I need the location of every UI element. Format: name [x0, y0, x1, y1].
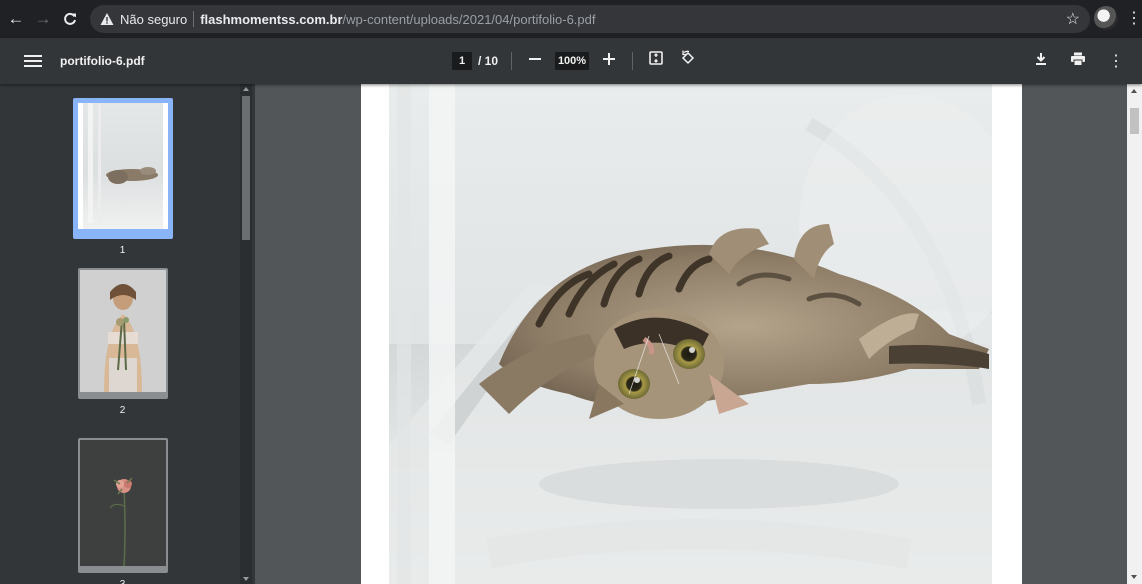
- reload-icon[interactable]: [59, 8, 81, 30]
- scroll-down-arrow-icon[interactable]: [1131, 575, 1137, 579]
- page-number-input[interactable]: 1: [452, 51, 472, 70]
- scroll-up-arrow-icon[interactable]: [243, 87, 249, 91]
- omnibox-separator: [193, 11, 195, 27]
- back-arrow-icon[interactable]: ←: [5, 8, 27, 30]
- file-title: portifolio-6.pdf: [60, 54, 145, 68]
- thumbnail-frame[interactable]: [77, 438, 168, 573]
- zoom-in-icon[interactable]: [599, 51, 619, 71]
- thumbnail-image-flower: [79, 440, 166, 567]
- thumbnail-label: 1: [119, 245, 126, 256]
- sidebar-scrollbar[interactable]: [240, 84, 252, 584]
- security-indicator[interactable]: Não seguro: [100, 12, 187, 27]
- star-icon[interactable]: ☆: [1066, 9, 1080, 29]
- pdf-page: [361, 84, 1022, 584]
- warning-icon: [100, 13, 114, 25]
- viewer-scrollbar[interactable]: [1127, 84, 1142, 584]
- scroll-down-arrow-icon[interactable]: [243, 577, 249, 581]
- url-path: /wp-content/uploads/2021/04/portifolio-6…: [342, 11, 596, 27]
- menu-icon[interactable]: [22, 50, 44, 72]
- sidebar-scroll-thumb[interactable]: [242, 96, 250, 240]
- viewer-scroll-thumb[interactable]: [1130, 108, 1139, 134]
- pdf-viewer[interactable]: [255, 84, 1142, 584]
- security-label: Não seguro: [120, 11, 188, 27]
- toolbar-separator: [632, 51, 634, 70]
- thumbnail-item[interactable]: 1: [0, 98, 245, 256]
- toolbar-separator: [511, 51, 513, 70]
- thumbnail-image-cat: [77, 103, 168, 229]
- more-icon[interactable]: ⋮: [1108, 51, 1124, 71]
- browser-toolbar: ← → Não seguro flashmomentss.com.br/wp-c…: [0, 0, 1142, 38]
- thumbnail-frame[interactable]: [77, 268, 168, 399]
- thumbnail-item[interactable]: 2: [0, 268, 245, 416]
- kebab-menu-icon[interactable]: ⋮: [1126, 8, 1142, 28]
- url-host: flashmomentss.com.br: [200, 11, 343, 27]
- thumbnail-item[interactable]: 3: [0, 438, 245, 584]
- download-icon[interactable]: [1034, 52, 1048, 71]
- scroll-up-arrow-icon[interactable]: [1131, 89, 1137, 93]
- url-text[interactable]: flashmomentss.com.br/wp-content/uploads/…: [200, 12, 595, 27]
- page-total: / 10: [478, 53, 499, 68]
- thumbnail-sidebar: 1 2: [0, 84, 255, 584]
- thumbnail-label: 2: [119, 405, 126, 416]
- rotate-icon[interactable]: [678, 50, 698, 71]
- profile-avatar[interactable]: [1094, 6, 1118, 30]
- thumbnail-frame[interactable]: [72, 98, 173, 239]
- pdf-toolbar: portifolio-6.pdf 1 / 10 100% ⋮: [0, 38, 1142, 84]
- cat-photo: [389, 84, 992, 584]
- fit-page-icon[interactable]: [646, 50, 666, 71]
- print-icon[interactable]: [1070, 52, 1086, 71]
- zoom-input[interactable]: 100%: [555, 51, 590, 70]
- forward-arrow-icon[interactable]: →: [32, 8, 54, 30]
- page-photo-cat: [389, 84, 992, 584]
- thumbnail-label: 3: [120, 579, 126, 584]
- zoom-out-icon[interactable]: [525, 51, 545, 71]
- address-bar[interactable]: Não seguro flashmomentss.com.br/wp-conte…: [90, 5, 1090, 33]
- thumbnail-image-woman: [79, 270, 166, 392]
